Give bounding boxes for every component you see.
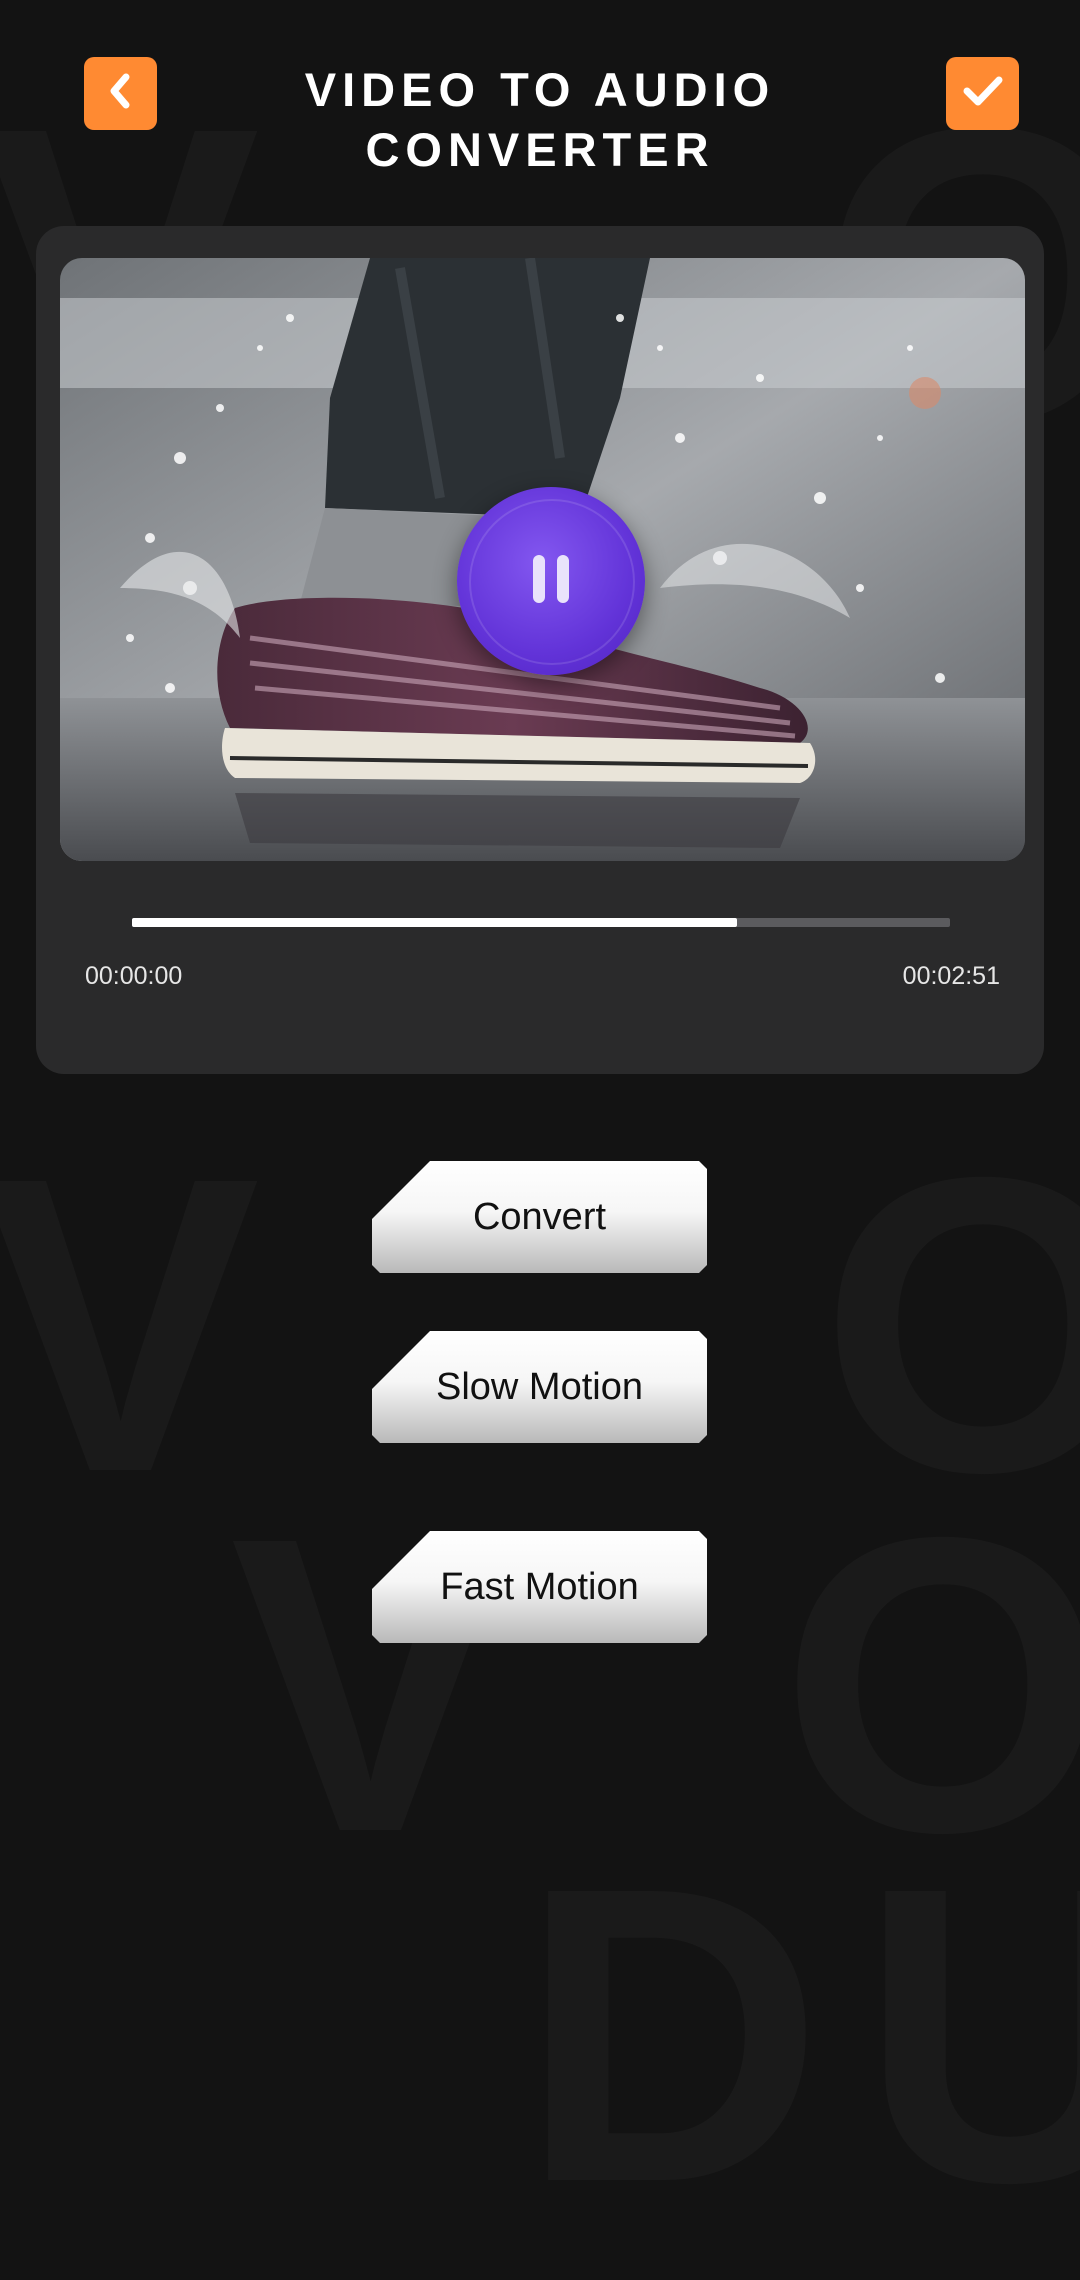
total-time: 00:02:51	[902, 962, 1000, 990]
svg-text:V: V	[0, 1091, 262, 1560]
back-button[interactable]	[84, 57, 157, 130]
fast-motion-button-label: Fast Motion	[440, 1565, 639, 1608]
slow-motion-button-label: Slow Motion	[436, 1365, 643, 1408]
title-line-1: VIDEO TO AUDIO	[304, 63, 776, 116]
svg-text:V: V	[230, 1451, 512, 1920]
convert-button-label: Convert	[472, 1195, 607, 1238]
svg-text:O: O	[780, 1451, 1080, 1920]
check-icon	[961, 73, 1005, 114]
slow-motion-button[interactable]: Slow Motion	[372, 1331, 707, 1443]
pause-button[interactable]	[457, 487, 645, 675]
svg-text:D: D	[520, 1801, 823, 2270]
seek-bar[interactable]	[132, 918, 950, 927]
fast-motion-button[interactable]: Fast Motion	[372, 1531, 707, 1643]
title-line-2: CONVERTER	[365, 123, 715, 176]
done-button[interactable]	[946, 57, 1019, 130]
svg-text:O: O	[820, 1091, 1080, 1560]
page-title: VIDEO TO AUDIO CONVERTER	[200, 60, 880, 180]
current-time: 00:00:00	[85, 962, 183, 990]
seek-bar-progress	[132, 918, 738, 927]
convert-button[interactable]: Convert	[372, 1161, 707, 1273]
pause-button-ring	[469, 499, 635, 665]
chevron-left-icon	[104, 71, 138, 116]
svg-text:U: U	[860, 1801, 1080, 2270]
